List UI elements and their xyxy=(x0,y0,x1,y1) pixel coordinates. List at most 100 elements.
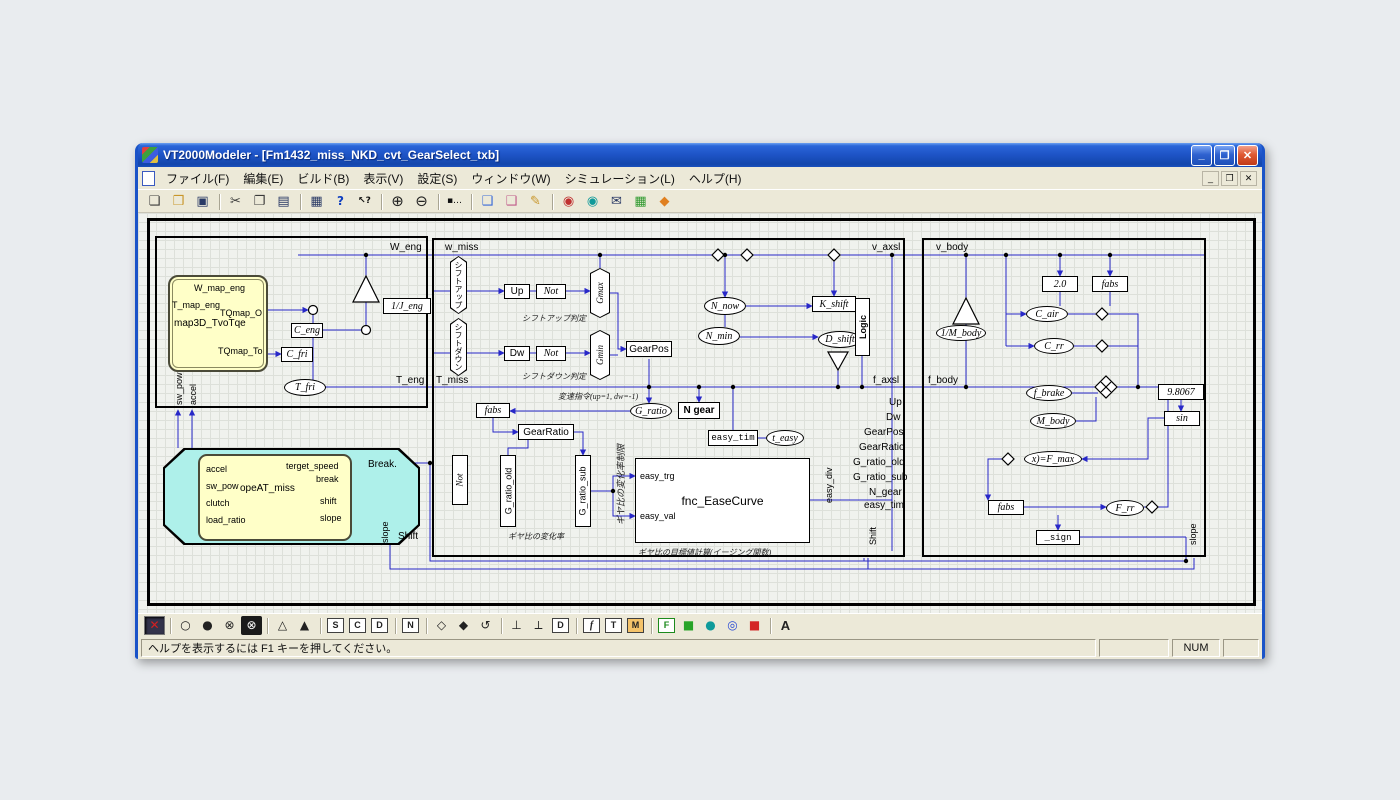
print-button[interactable]: ▦ xyxy=(305,191,328,212)
zoom-in-button[interactable]: ⊕ xyxy=(386,191,409,212)
gearratio-box[interactable]: GearRatio xyxy=(518,424,574,440)
red-square-tool[interactable]: ■ xyxy=(744,616,765,635)
zoom-out-button[interactable]: ⊖ xyxy=(410,191,433,212)
gain-tool[interactable]: △ xyxy=(272,616,293,635)
property-window-button[interactable]: ❑ xyxy=(500,191,523,212)
menu-build[interactable]: ビルド(B) xyxy=(290,168,356,189)
menu-view[interactable]: 表示(V) xyxy=(356,168,410,189)
f-rr-oval[interactable]: F_rr xyxy=(1106,500,1144,516)
text-tool[interactable]: A xyxy=(775,616,796,635)
f-brake-oval[interactable]: f_brake xyxy=(1026,385,1072,401)
cut-button[interactable]: ✂ xyxy=(224,191,247,212)
image-button[interactable]: ▦ xyxy=(629,191,652,212)
model-list-button[interactable]: ❑ xyxy=(476,191,499,212)
g-ratio-oval[interactable]: G_ratio xyxy=(630,403,672,419)
gain-filled-tool[interactable]: ▲ xyxy=(294,616,315,635)
toolbar-separator[interactable] xyxy=(377,191,385,211)
menu-window[interactable]: ウィンドウ(W) xyxy=(464,168,557,189)
shiftup-cond-block[interactable]: シフトアップ xyxy=(450,256,467,314)
k-shift-box[interactable]: K_shift xyxy=(812,296,856,312)
menu-help[interactable]: ヘルプ(H) xyxy=(682,168,749,189)
s-block-tool[interactable]: S xyxy=(327,618,344,633)
teal-circle-tool[interactable]: ● xyxy=(700,616,721,635)
menu-edit[interactable]: 編集(E) xyxy=(236,168,290,189)
fabs-slope-box[interactable]: fabs xyxy=(988,500,1024,515)
c-rr-oval[interactable]: C_rr xyxy=(1034,338,1074,354)
palette-separator[interactable] xyxy=(647,616,655,635)
save-button[interactable]: ▣ xyxy=(191,191,214,212)
send-button[interactable]: ✉ xyxy=(605,191,628,212)
diagram-canvas[interactable]: C_eng C_fri 1/J_eng T_fri シフトアップ シフトダウン … xyxy=(138,213,1262,613)
copy-button[interactable]: ❐ xyxy=(248,191,271,212)
view-detail-button[interactable]: ▪… xyxy=(443,191,466,212)
green-square-tool[interactable]: ■ xyxy=(678,616,699,635)
t-fri-oval[interactable]: T_fri xyxy=(284,379,326,396)
palette-separator[interactable] xyxy=(497,616,505,635)
n-now-oval[interactable]: N_now xyxy=(704,297,746,315)
node-filled-tool[interactable]: ● xyxy=(197,616,218,635)
fabs-box[interactable]: fabs xyxy=(476,403,510,418)
n-min-oval[interactable]: N_min xyxy=(698,327,740,345)
m-body-oval[interactable]: M_body xyxy=(1030,413,1076,429)
target-button[interactable]: ◉ xyxy=(581,191,604,212)
fmax-oval[interactable]: x)=F_max xyxy=(1024,451,1082,467)
maximize-button[interactable]: ❐ xyxy=(1214,145,1235,166)
toolbar-separator[interactable] xyxy=(467,191,475,211)
c-block-tool[interactable]: C xyxy=(349,618,366,633)
d-block-tool[interactable]: D xyxy=(371,618,388,633)
palette-separator[interactable] xyxy=(166,616,174,635)
sign-box[interactable]: _sign xyxy=(1036,530,1080,545)
gmin-hex[interactable]: Gmin xyxy=(590,330,610,380)
build-run-button[interactable]: ◉ xyxy=(557,191,580,212)
palette-separator[interactable] xyxy=(422,616,430,635)
c-fri-box[interactable]: C_fri xyxy=(281,347,313,362)
menu-simulation[interactable]: シミュレーション(L) xyxy=(558,168,682,189)
palette-separator[interactable] xyxy=(263,616,271,635)
help-button[interactable]: ? xyxy=(329,191,352,212)
easy-tim-box[interactable]: easy_tim xyxy=(708,430,758,446)
sin-box[interactable]: sin xyxy=(1164,411,1200,426)
diamond-tool[interactable]: ◇ xyxy=(431,616,452,635)
fabs-air-box[interactable]: fabs xyxy=(1092,276,1128,292)
select-tool[interactable]: ✕ xyxy=(144,616,165,635)
pendulum-tool[interactable]: ⊥ xyxy=(506,616,527,635)
blue-ring-tool[interactable]: ◎ xyxy=(722,616,743,635)
diamond-filled-tool[interactable]: ◆ xyxy=(453,616,474,635)
gearpos-box[interactable]: GearPos xyxy=(626,341,672,357)
up-box[interactable]: Up xyxy=(504,284,530,299)
logic-box[interactable]: Logic xyxy=(855,298,870,356)
f-block-tool[interactable]: f xyxy=(583,618,600,633)
open-button[interactable]: ❒ xyxy=(167,191,190,212)
palette-separator[interactable] xyxy=(391,616,399,635)
new-button[interactable]: ❏ xyxy=(143,191,166,212)
c-eng-box[interactable]: C_eng xyxy=(291,323,323,338)
node-tool[interactable]: ○ xyxy=(175,616,196,635)
m-inv-oval[interactable]: 1/M_body xyxy=(936,325,986,341)
context-help-button[interactable]: ↖? xyxy=(353,191,376,212)
g-ratio-sub-vbox[interactable]: G_ratio_sub xyxy=(575,455,591,527)
gmax-hex[interactable]: Gmax xyxy=(590,268,610,318)
erase-button[interactable]: ◆ xyxy=(653,191,676,212)
not-up-box[interactable]: Not xyxy=(536,284,566,299)
pendulum2-tool[interactable]: ⟂ xyxy=(528,616,549,635)
toolbar-separator[interactable] xyxy=(296,191,304,211)
t-block-tool[interactable]: T xyxy=(605,618,622,633)
not-dw-box[interactable]: Not xyxy=(536,346,566,361)
const2-box[interactable]: 2.0 xyxy=(1042,276,1078,292)
c-air-oval[interactable]: C_air xyxy=(1026,306,1068,322)
sum-tool[interactable]: ⊗ xyxy=(219,616,240,635)
titlebar[interactable]: VT2000Modeler - [Fm1432_miss_NKD_cvt_Gea… xyxy=(138,143,1262,167)
t-easy-oval[interactable]: t_easy xyxy=(766,430,804,446)
g-ratio-old-vbox[interactable]: G_ratio_old xyxy=(500,455,516,527)
rotate-tool[interactable]: ↺ xyxy=(475,616,496,635)
menu-file[interactable]: ファイル(F) xyxy=(159,168,236,189)
minimize-button[interactable]: _ xyxy=(1191,145,1212,166)
mdi-close-button[interactable]: ✕ xyxy=(1240,171,1257,186)
palette-separator[interactable] xyxy=(572,616,580,635)
not-vbox[interactable]: Not xyxy=(452,455,468,505)
toolbar-separator[interactable] xyxy=(215,191,223,211)
mdi-minimize-button[interactable]: _ xyxy=(1202,171,1219,186)
palette-separator[interactable] xyxy=(766,616,774,635)
toolbar-separator[interactable] xyxy=(548,191,556,211)
mdi-restore-button[interactable]: ❐ xyxy=(1221,171,1238,186)
